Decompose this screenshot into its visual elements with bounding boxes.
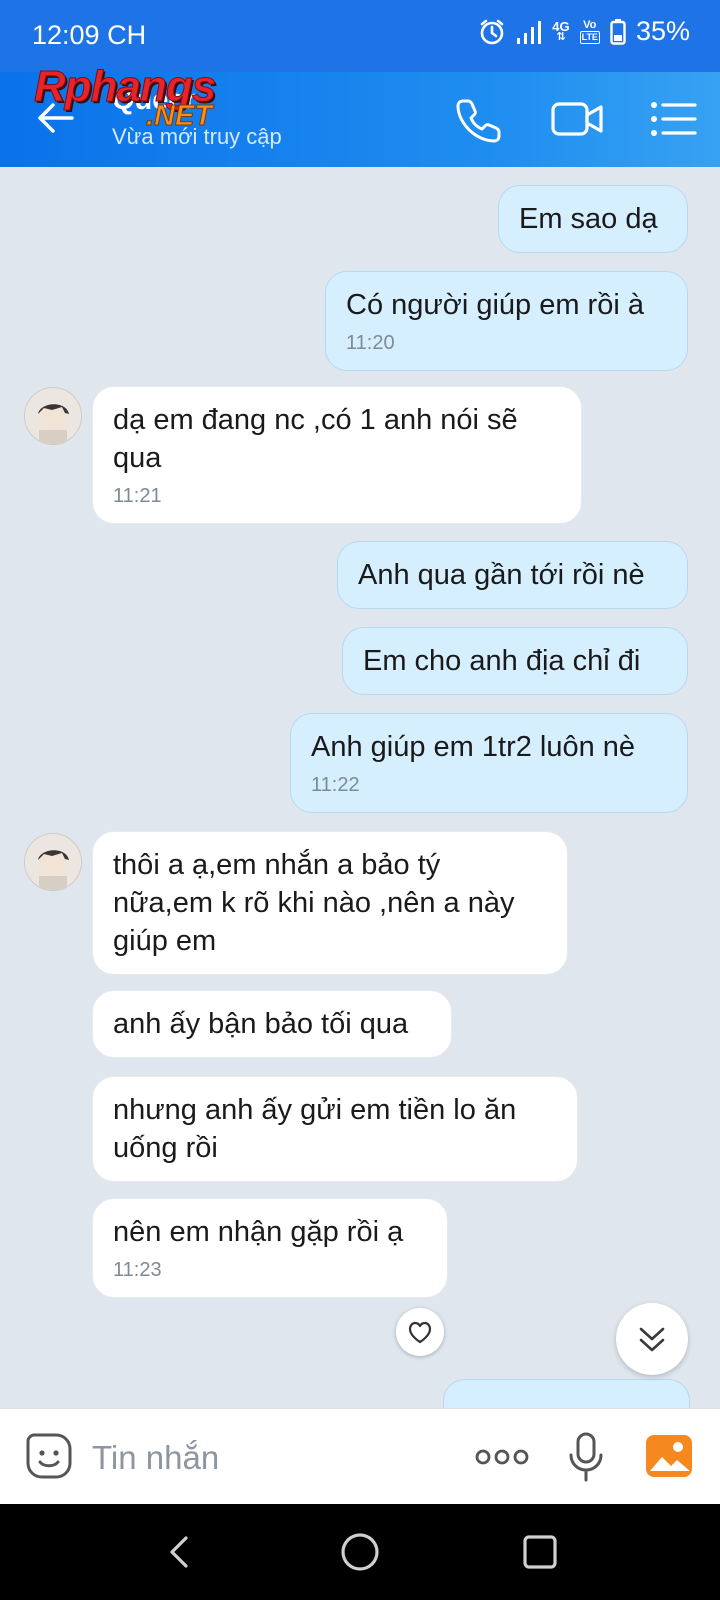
battery-percent: 35% [635,16,690,46]
status-time: 12:09 CH [32,20,147,50]
volte-top-label: Vo [583,18,597,31]
contact-avatar[interactable] [24,833,82,891]
alarm-icon [480,19,504,44]
message-bubble-outgoing-partial[interactable] [443,1379,690,1408]
heart-icon [408,1321,432,1344]
message-bubble-incoming[interactable]: anh ấy bận bảo tối qua [92,990,452,1058]
message-time: 11:20 [346,332,395,354]
message-time: 11:21 [113,485,162,507]
volte-bottom-label: LTE [579,30,600,44]
message-time: 11:23 [113,1259,162,1281]
message-text: Anh giúp em 1tr2 luôn nè [311,731,636,763]
sticker-icon[interactable] [24,1431,74,1481]
message-text: Có người giúp em rồi à [346,289,644,321]
watermark-line2: .NET [145,100,213,133]
message-text: Em cho anh địa chỉ đi [363,645,641,677]
message-time: 11:22 [311,774,360,796]
message-text: Em sao dạ [519,203,658,235]
contact-avatar[interactable] [24,387,82,445]
phone-icon[interactable] [455,94,505,144]
message-input[interactable]: Tin nhắn [92,1439,219,1477]
menu-list-icon[interactable] [648,94,698,144]
message-bubble-outgoing[interactable]: Em sao dạ [498,185,688,253]
status-icons: 4G ⇅ Vo LTE 35% [478,16,690,47]
scroll-to-bottom-button[interactable] [616,1303,688,1375]
image-icon[interactable] [644,1431,694,1481]
message-text: thôi a ạ,em nhắn a bảo tý nữa,em k rõ kh… [113,849,515,957]
message-bubble-outgoing[interactable]: Anh qua gần tới rồi nè [337,541,688,609]
data-arrows-icon: ⇅ [556,30,566,43]
battery-icon [610,18,626,45]
message-bubble-outgoing[interactable]: Có người giúp em rồi à 11:20 [325,271,688,371]
message-text: Anh qua gần tới rồi nè [358,559,645,591]
chat-area[interactable]: Em sao dạ Có người giúp em rồi à 11:20 d… [0,167,720,1408]
message-bubble-outgoing[interactable]: Anh giúp em 1tr2 luôn nè 11:22 [290,713,688,813]
message-text: nhưng anh ấy gửi em tiền lo ăn uống rồi [113,1094,517,1164]
volte-indicator: Vo LTE [579,18,600,44]
message-text: anh ấy bận bảo tối qua [113,1008,409,1040]
message-bubble-incoming[interactable]: nhưng anh ấy gửi em tiền lo ăn uống rồi [92,1076,578,1182]
message-bubble-incoming[interactable]: thôi a ạ,em nhắn a bảo tý nữa,em k rõ kh… [92,831,568,975]
network-4g-label: 4G [552,18,570,34]
chat-header: Queer Vừa mới truy cập Rphangs .NET [0,62,720,167]
message-text: dạ em đang nc ,có 1 anh nói sẽ qua [113,404,518,474]
react-heart-button[interactable] [396,1308,444,1356]
message-bubble-incoming[interactable]: nên em nhận gặp rồi ạ 11:23 [92,1198,448,1298]
nav-back-icon[interactable] [158,1530,202,1574]
signal-icon [517,20,542,44]
network-4g-indicator: 4G ⇅ [552,18,570,43]
system-nav-bar [0,1504,720,1600]
nav-recents-icon[interactable] [518,1530,562,1574]
video-call-icon[interactable] [550,94,606,144]
nav-home-icon[interactable] [338,1530,382,1574]
more-dots-icon[interactable] [474,1441,530,1473]
message-input-bar: Tin nhắn [0,1408,720,1505]
watermark-logo: Rphangs .NET [33,62,264,142]
microphone-icon[interactable] [566,1431,606,1483]
double-chevron-down-icon [639,1327,665,1352]
message-text: nên em nhận gặp rồi ạ [113,1216,404,1248]
message-bubble-incoming[interactable]: dạ em đang nc ,có 1 anh nói sẽ qua 11:21 [92,386,582,524]
message-bubble-outgoing[interactable]: Em cho anh địa chỉ đi [342,627,688,695]
